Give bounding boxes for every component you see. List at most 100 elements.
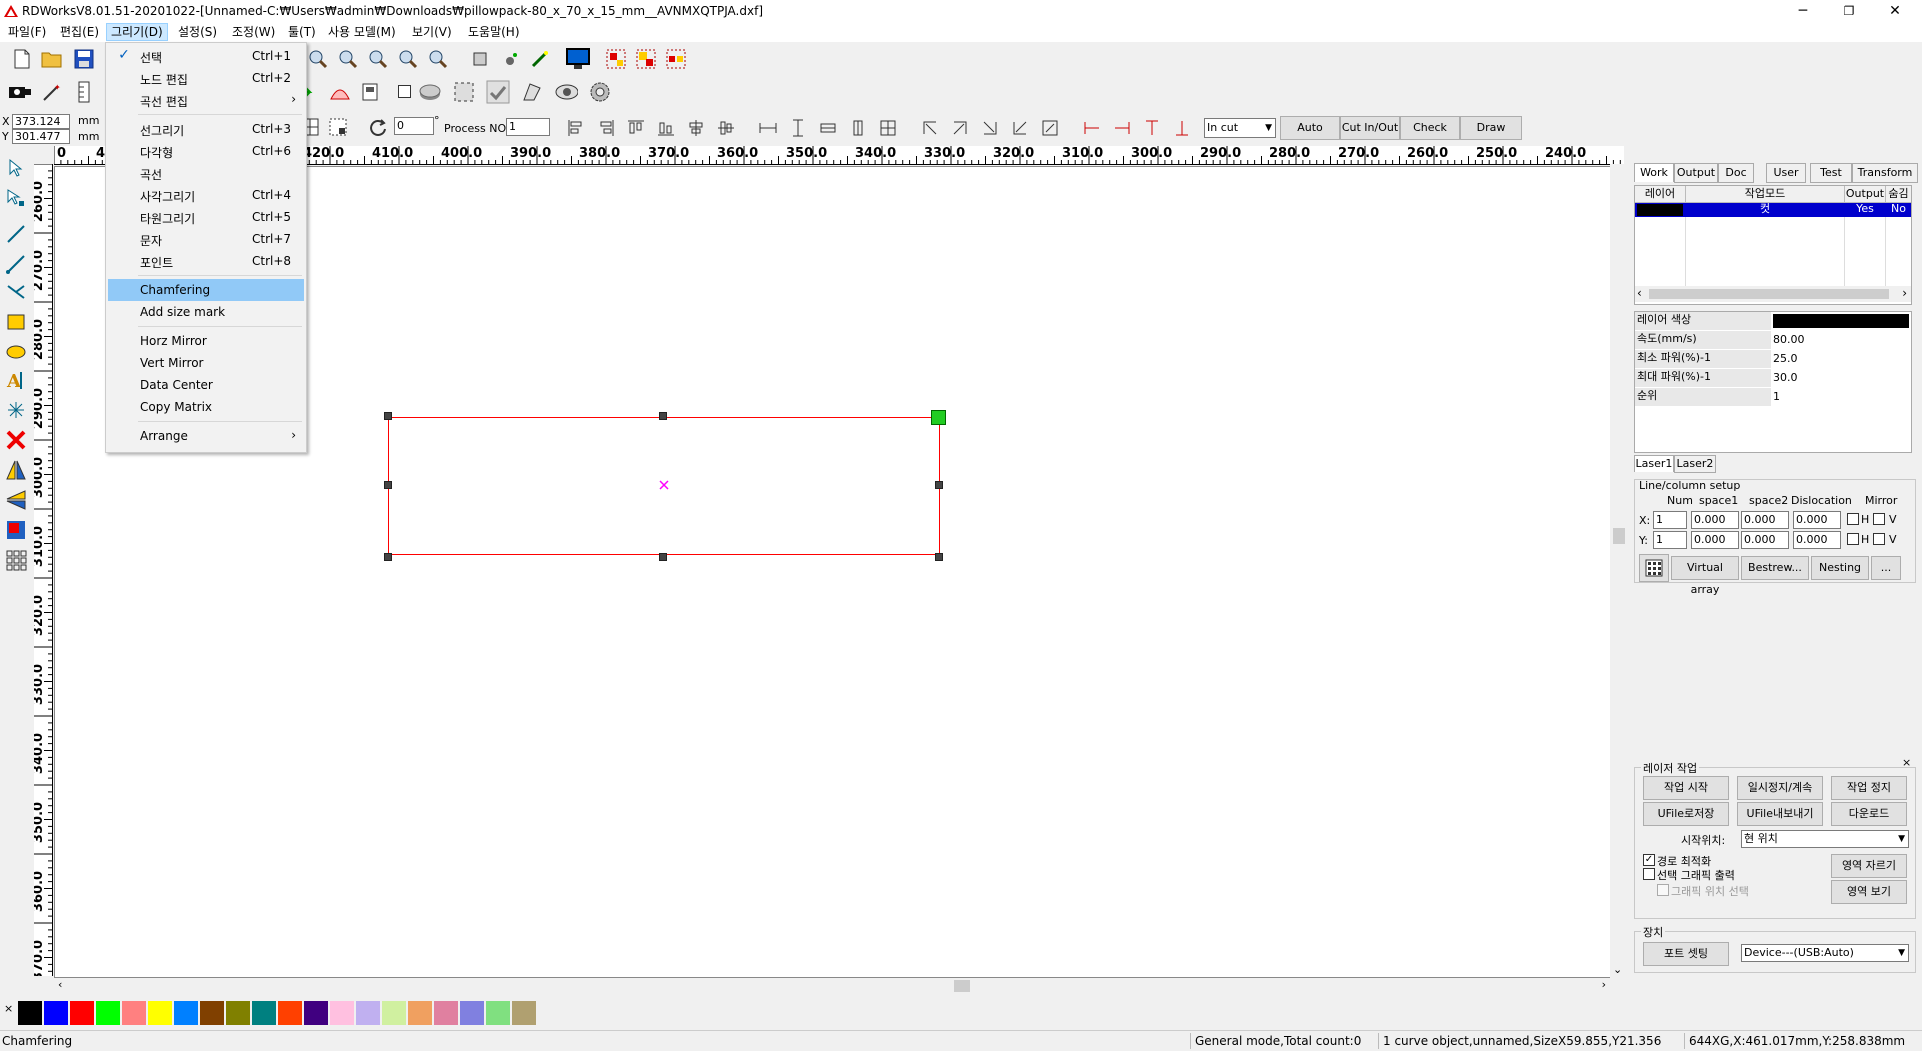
palette-swatch[interactable]: [382, 1001, 406, 1025]
pause-resume-button[interactable]: 일시정지/계속: [1737, 776, 1823, 800]
cut-in-out-button[interactable]: Cut In/Out: [1340, 116, 1400, 140]
virtual-array-button[interactable]: Virtual array: [1671, 556, 1739, 596]
palette-swatch[interactable]: [70, 1001, 94, 1025]
align-vcenter-icon[interactable]: [714, 116, 738, 140]
scroll-left-icon[interactable]: ‹: [1637, 286, 1642, 300]
camera-icon[interactable]: [8, 80, 32, 104]
rectangle-icon[interactable]: [4, 310, 28, 334]
horizontal-scrollbar[interactable]: ‹ ›: [54, 978, 1610, 994]
start-job-button[interactable]: 작업 시작: [1643, 776, 1729, 800]
panel-close-icon[interactable]: ×: [1902, 756, 1911, 769]
point-icon[interactable]: [4, 398, 28, 422]
menu-item-chamfering[interactable]: Chamfering: [108, 279, 304, 301]
menu-model[interactable]: 사용 모델(M): [324, 24, 400, 40]
tab-test[interactable]: Test: [1810, 163, 1852, 183]
anchor-handle[interactable]: [931, 410, 946, 425]
vert-mirror-icon[interactable]: [4, 488, 28, 512]
horz-mirror-icon[interactable]: [4, 458, 28, 482]
layer-icon[interactable]: [358, 80, 382, 104]
dist-top-icon[interactable]: [1140, 116, 1164, 140]
palette-swatch[interactable]: [330, 1001, 354, 1025]
palette-swatch[interactable]: [512, 1001, 536, 1025]
y-space2-input[interactable]: 0.000: [1741, 531, 1789, 549]
move-topright-icon[interactable]: [948, 116, 972, 140]
palette-swatch[interactable]: [200, 1001, 224, 1025]
cake-icon[interactable]: [328, 80, 352, 104]
menu-item-copy-matrix[interactable]: Copy Matrix: [108, 396, 304, 418]
same-width-icon[interactable]: [756, 116, 780, 140]
menu-view[interactable]: 보기(V): [408, 24, 456, 40]
auto-button[interactable]: Auto: [1280, 116, 1340, 140]
x-num-input[interactable]: 1: [1653, 511, 1687, 529]
select-arrow-icon[interactable]: [4, 156, 28, 180]
tab-output[interactable]: Output: [1674, 163, 1718, 183]
menu-item-polygon[interactable]: 다각형 Ctrl+6: [108, 140, 304, 162]
resize-handle[interactable]: [935, 553, 943, 561]
ufile-save-button[interactable]: UFile로저장: [1643, 802, 1729, 826]
port-setting-button[interactable]: 포트 셋팅: [1643, 942, 1729, 966]
scroll-right-icon[interactable]: ›: [1602, 978, 1606, 991]
new-file-icon[interactable]: [10, 47, 34, 71]
area-view-button[interactable]: 영역 보기: [1831, 880, 1907, 904]
tab-work[interactable]: Work: [1634, 163, 1674, 182]
dist-bottom-icon[interactable]: [1170, 116, 1194, 140]
minimize-button[interactable]: ─: [1780, 0, 1826, 22]
min-power-value[interactable]: 25.0: [1773, 351, 1798, 367]
angle-input[interactable]: 0: [394, 117, 434, 135]
same-height-icon[interactable]: [786, 116, 810, 140]
tab-user[interactable]: User: [1766, 163, 1806, 183]
stop-job-button[interactable]: 작업 정지: [1831, 776, 1907, 800]
draw-button[interactable]: Draw: [1460, 116, 1522, 140]
move-bottomleft-icon[interactable]: [1008, 116, 1032, 140]
cut-mode-select[interactable]: In cut ▼: [1204, 118, 1276, 138]
resize-handle[interactable]: [384, 481, 392, 489]
menu-item-rectangle[interactable]: 사각그리기 Ctrl+4: [108, 184, 304, 206]
text-icon[interactable]: A: [4, 368, 28, 392]
selected-output-checkbox[interactable]: [1643, 868, 1655, 880]
tab-transform[interactable]: Transform: [1852, 163, 1918, 183]
rotate-icon[interactable]: [366, 115, 390, 139]
menu-item-curve-edit[interactable]: 곡선 편집 ›: [108, 89, 304, 111]
tab-laser1[interactable]: Laser1: [1634, 455, 1674, 472]
menu-help[interactable]: 도움말(H): [464, 24, 524, 40]
palette-swatch[interactable]: [148, 1001, 172, 1025]
zoom-out-icon[interactable]: [306, 47, 330, 71]
menu-item-data-center[interactable]: Data Center: [108, 374, 304, 396]
bestrew-button[interactable]: Bestrew...: [1741, 556, 1809, 580]
eraser-icon[interactable]: [520, 80, 544, 104]
nesting-button[interactable]: Nesting: [1811, 556, 1869, 580]
node-icon[interactable]: [498, 47, 522, 71]
align-icon-1[interactable]: [604, 47, 628, 71]
table-row[interactable]: 컷 Yes No: [1635, 202, 1911, 217]
y-mirror-h-checkbox[interactable]: [1847, 533, 1859, 545]
pen-icon[interactable]: [528, 47, 552, 71]
zoom-fit-icon[interactable]: [336, 47, 360, 71]
same-size-h-icon[interactable]: [816, 116, 840, 140]
move-bottomright-icon[interactable]: [978, 116, 1002, 140]
node-edit-icon[interactable]: [4, 186, 28, 210]
more-button[interactable]: ...: [1871, 556, 1901, 580]
palette-close-icon[interactable]: ×: [4, 1002, 13, 1015]
zoom-page-icon[interactable]: [366, 47, 390, 71]
device-select[interactable]: Device---(USB:Auto) ▼: [1741, 944, 1909, 962]
array-icon[interactable]: [4, 548, 28, 572]
align-icon-2[interactable]: [634, 47, 658, 71]
resize-handle[interactable]: [935, 481, 943, 489]
align-left-icon[interactable]: [564, 116, 588, 140]
priority-value[interactable]: 1: [1773, 389, 1780, 405]
download-button[interactable]: 다운로드: [1831, 802, 1907, 826]
delete-icon[interactable]: [4, 428, 28, 452]
save-icon[interactable]: [72, 47, 96, 71]
palette-swatch[interactable]: [122, 1001, 146, 1025]
ellipse-icon[interactable]: [4, 340, 28, 364]
scroll-left-icon[interactable]: ‹: [58, 978, 62, 991]
scroll-down-icon[interactable]: ⌄: [1613, 963, 1622, 976]
restore-button[interactable]: ❐: [1826, 0, 1872, 22]
start-position-select[interactable]: 현 위치 ▼: [1741, 830, 1909, 848]
menu-item-horz-mirror[interactable]: Horz Mirror: [108, 330, 304, 352]
scroll-thumb[interactable]: [954, 980, 970, 992]
scroll-right-icon[interactable]: ›: [1902, 286, 1907, 300]
polyline-icon[interactable]: [4, 252, 28, 276]
y-num-input[interactable]: 1: [1653, 531, 1687, 549]
palette-swatch[interactable]: [278, 1001, 302, 1025]
